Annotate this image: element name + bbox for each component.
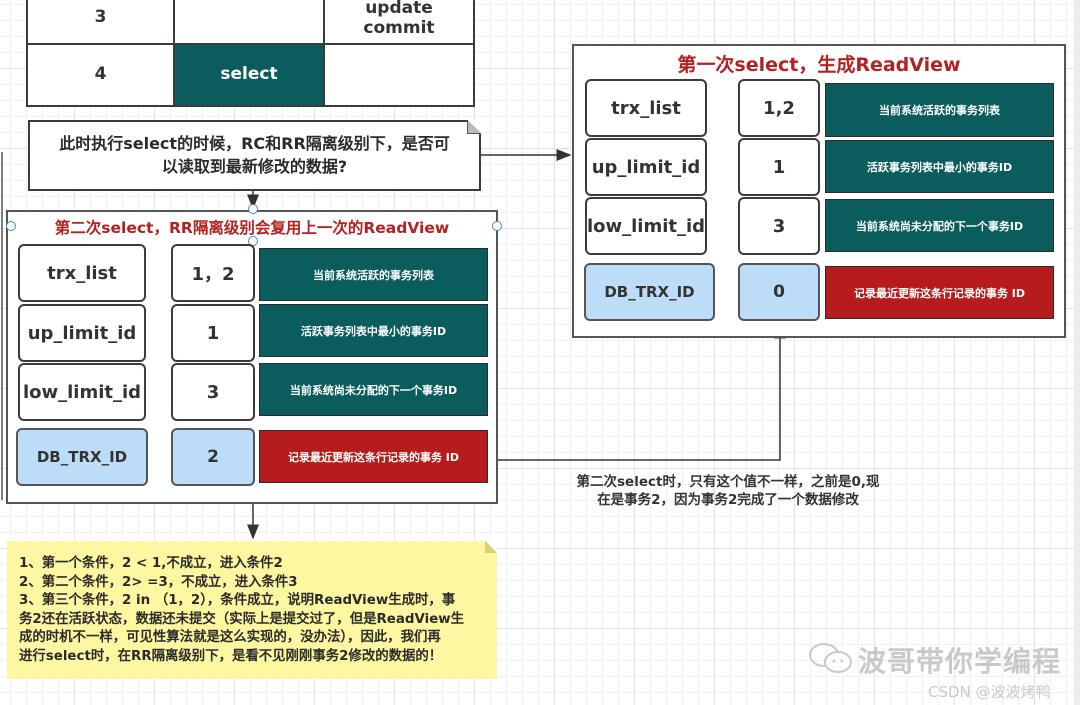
conclusion-line: 2、第二个条件，2> =3，不成立，进入条件3 bbox=[19, 574, 298, 590]
value-trx-list: 1，2 bbox=[171, 244, 255, 302]
diff-annotation-line-1: 第二次select时，只有这个值不一样，之前是0,现 bbox=[576, 474, 880, 490]
field-trx-list: trx_list bbox=[585, 79, 707, 137]
arrow-second-dbtrx-to-first bbox=[497, 323, 786, 461]
desc-up-limit-id: 活跃事务列表中最小的事务ID bbox=[259, 304, 488, 357]
question-line-1: 此时执行select的时候，RC和RR隔离级别下，是否可 bbox=[59, 134, 450, 154]
select-cell: select bbox=[173, 43, 325, 107]
value-up-limit-id: 1 bbox=[171, 304, 255, 362]
diff-annotation: 第二次select时，只有这个值不一样，之前是0,现 在是事务2，因为事务2完成… bbox=[548, 473, 908, 509]
field-up-limit-id: up_limit_id bbox=[585, 138, 707, 196]
desc-db-trx-id: 记录最近更新这条行记录的事务 ID bbox=[825, 266, 1054, 319]
question-note: 此时执行select的时候，RC和RR隔离级别下，是否可 以读取到最新修改的数据… bbox=[28, 120, 481, 191]
second-readview-title: 第二次select，RR隔离级别会复用上一次的ReadView bbox=[54, 219, 450, 237]
selection-handle[interactable] bbox=[492, 221, 502, 231]
field-db-trx-id: DB_TRX_ID bbox=[584, 263, 715, 321]
first-readview-title: 第一次select，生成ReadView bbox=[677, 54, 961, 76]
conclusion-line: 进行select时，在RR隔离级别下，是看不见刚刚事务2修改的数据的！ bbox=[19, 648, 443, 664]
desc-up-limit-id: 活跃事务列表中最小的事务ID bbox=[825, 140, 1054, 193]
conclusion-note: 1、第一个条件，2 < 1,不成立，进入条件2 2、第二个条件，2> =3，不成… bbox=[7, 541, 497, 679]
desc-low-limit-id: 当前系统尚未分配的下一个事务ID bbox=[825, 199, 1054, 252]
selection-handle[interactable] bbox=[6, 221, 16, 231]
conclusion-line: 1、第一个条件，2 < 1,不成立，进入条件2 bbox=[19, 556, 283, 571]
conclusion-line: 3、第三个条件，2 in （1，2），条件成立，说明ReadView生成时，事 bbox=[19, 593, 456, 608]
desc-trx-list: 当前系统活跃的事务列表 bbox=[259, 248, 488, 301]
desc-trx-list: 当前系统活跃的事务列表 bbox=[825, 83, 1054, 137]
note-fold-corner bbox=[485, 541, 497, 553]
note-fold-corner bbox=[467, 120, 481, 134]
watermark-source: CSDN @波波烤鸭 bbox=[928, 683, 1051, 701]
transaction-a-cell bbox=[173, 0, 325, 45]
field-low-limit-id: low_limit_id bbox=[585, 197, 707, 255]
step-cell: 3 bbox=[26, 0, 175, 45]
field-up-limit-id: up_limit_id bbox=[18, 304, 146, 362]
transaction-b-cell bbox=[323, 43, 475, 107]
selection-handle[interactable] bbox=[248, 204, 258, 214]
conclusion-line: 成的时机不一样，可见性算法就是这么实现的，没办法），因此，我们再 bbox=[19, 630, 441, 645]
diff-annotation-line-2: 在是事务2，因为事务2完成了一个数据修改 bbox=[597, 492, 859, 509]
conclusion-line: 务2还在活跃状态，数据还未提交（实际上是提交过了，但是ReadView生 bbox=[19, 611, 465, 627]
value-low-limit-id: 3 bbox=[738, 197, 820, 255]
watermark-brand: 波哥带你学编程 bbox=[858, 645, 1062, 678]
field-low-limit-id: low_limit_id bbox=[18, 363, 146, 421]
value-db-trx-id: 0 bbox=[738, 263, 820, 321]
desc-db-trx-id: 记录最近更新这条行记录的事务 ID bbox=[259, 430, 488, 483]
question-line-2: 以读取到最新修改的数据? bbox=[161, 156, 348, 176]
desc-low-limit-id: 当前系统尚未分配的下一个事务ID bbox=[259, 363, 488, 416]
value-db-trx-id: 2 bbox=[171, 428, 255, 486]
field-db-trx-id: DB_TRX_ID bbox=[16, 428, 148, 486]
field-trx-list: trx_list bbox=[18, 244, 146, 302]
value-up-limit-id: 1 bbox=[738, 138, 820, 196]
transaction-b-cell: update commit bbox=[323, 0, 475, 45]
value-trx-list: 1,2 bbox=[738, 79, 820, 137]
wechat-icon bbox=[808, 642, 854, 680]
value-low-limit-id: 3 bbox=[171, 363, 255, 421]
step-cell: 4 bbox=[26, 43, 175, 107]
